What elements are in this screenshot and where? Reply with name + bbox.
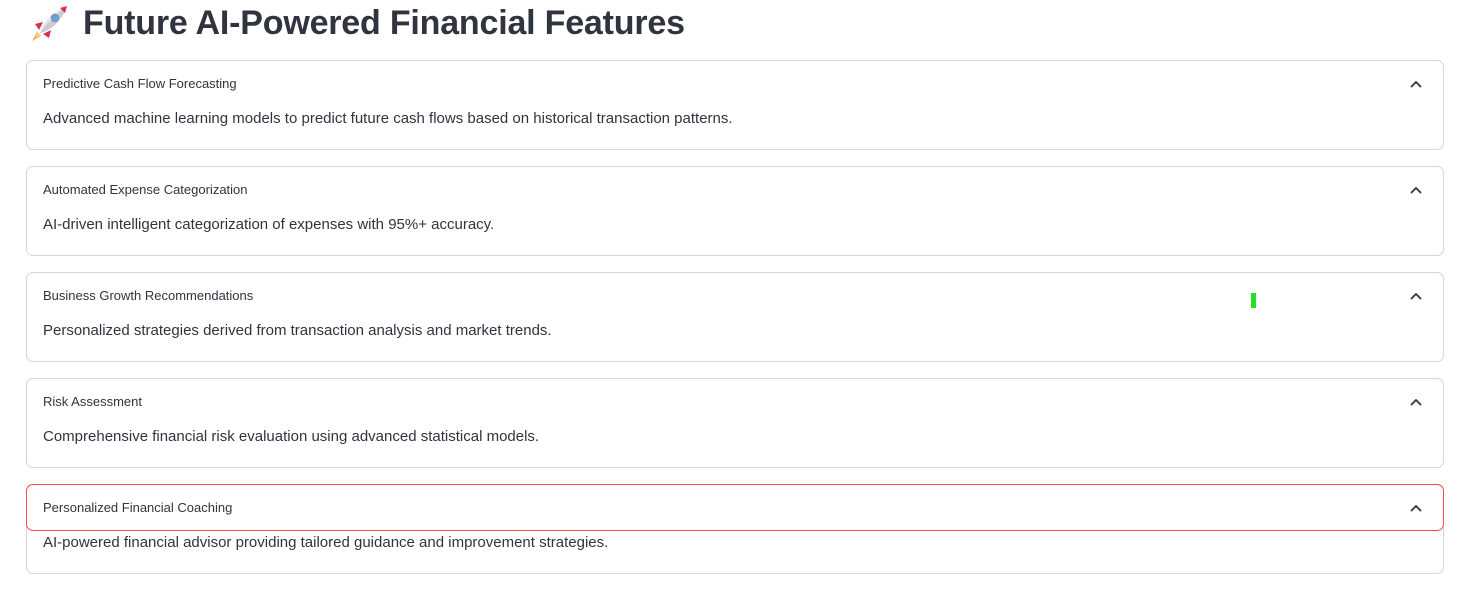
expander-header[interactable]: Personalized Financial Coaching	[26, 484, 1444, 531]
expander-title: Risk Assessment	[43, 394, 142, 409]
expander-title: Personalized Financial Coaching	[43, 500, 233, 515]
expander-content: AI-powered financial advisor providing t…	[43, 534, 609, 551]
expander-title: Predictive Cash Flow Forecasting	[43, 76, 237, 91]
expander-automated-expense-categorization: Automated Expense Categorization AI-driv…	[26, 166, 1444, 256]
expander-predictive-cash-flow: Predictive Cash Flow Forecasting Advance…	[26, 60, 1444, 150]
chevron-up-icon[interactable]	[1409, 395, 1423, 409]
expander-header[interactable]: Automated Expense Categorization	[27, 167, 1443, 213]
feature-expander-list: Predictive Cash Flow Forecasting Advance…	[26, 60, 1444, 590]
expander-header[interactable]: Predictive Cash Flow Forecasting	[27, 61, 1443, 107]
expander-title: Business Growth Recommendations	[43, 288, 254, 303]
expander-header[interactable]: Risk Assessment	[27, 379, 1443, 425]
expander-risk-assessment: Risk Assessment Comprehensive financial …	[26, 378, 1444, 468]
expander-title: Automated Expense Categorization	[43, 182, 248, 197]
expander-content: Comprehensive financial risk evaluation …	[43, 428, 540, 445]
chevron-up-icon[interactable]	[1409, 183, 1423, 197]
chevron-up-icon[interactable]	[1409, 77, 1423, 91]
rocket-icon	[30, 3, 70, 43]
expander-header[interactable]: Business Growth Recommendations	[27, 273, 1443, 319]
page-title: Future AI-Powered Financial Features	[83, 4, 685, 42]
chevron-up-icon[interactable]	[1409, 501, 1423, 515]
expander-personalized-financial-coaching: Personalized Financial Coaching AI-power…	[26, 484, 1444, 574]
expander-content: Personalized strategies derived from tra…	[43, 322, 552, 339]
page-header: Future AI-Powered Financial Features	[30, 0, 685, 46]
cursor-marker	[1251, 293, 1256, 308]
chevron-up-icon[interactable]	[1409, 289, 1423, 303]
expander-business-growth-recommendations: Business Growth Recommendations Personal…	[26, 272, 1444, 362]
expander-content: Advanced machine learning models to pred…	[43, 110, 733, 127]
expander-content: AI-driven intelligent categorization of …	[43, 216, 495, 233]
